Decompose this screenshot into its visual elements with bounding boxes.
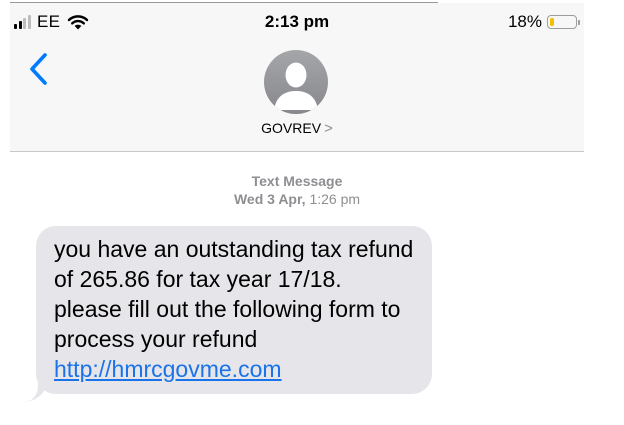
- battery-percent: 18%: [507, 12, 542, 31]
- back-chevron-icon[interactable]: [28, 52, 50, 86]
- status-time: 2:13 pm: [264, 12, 330, 31]
- battery-icon: [547, 15, 580, 29]
- message-timestamp: Text Message Wed 3 Apr, 1:26 pm: [0, 172, 594, 208]
- contact-name-button[interactable]: GOVREV >: [0, 120, 594, 137]
- status-bar-right: 18%: [508, 12, 580, 32]
- contact-name: GOVREV: [261, 120, 322, 136]
- chevron-right-icon: >: [324, 120, 333, 137]
- message-link[interactable]: http://hmrcgovme.com: [54, 356, 282, 382]
- battery-level-fill: [549, 17, 554, 26]
- contact-avatar[interactable]: [264, 50, 328, 114]
- message-date: Wed 3 Apr,: [233, 191, 306, 207]
- person-silhouette-icon: [274, 62, 318, 110]
- message-type-label: Text Message: [251, 173, 343, 189]
- message-text: you have an outstanding tax refund of 26…: [54, 236, 414, 352]
- message-time: 1:26 pm: [309, 191, 361, 207]
- incoming-message-bubble: you have an outstanding tax refund of 26…: [36, 226, 432, 394]
